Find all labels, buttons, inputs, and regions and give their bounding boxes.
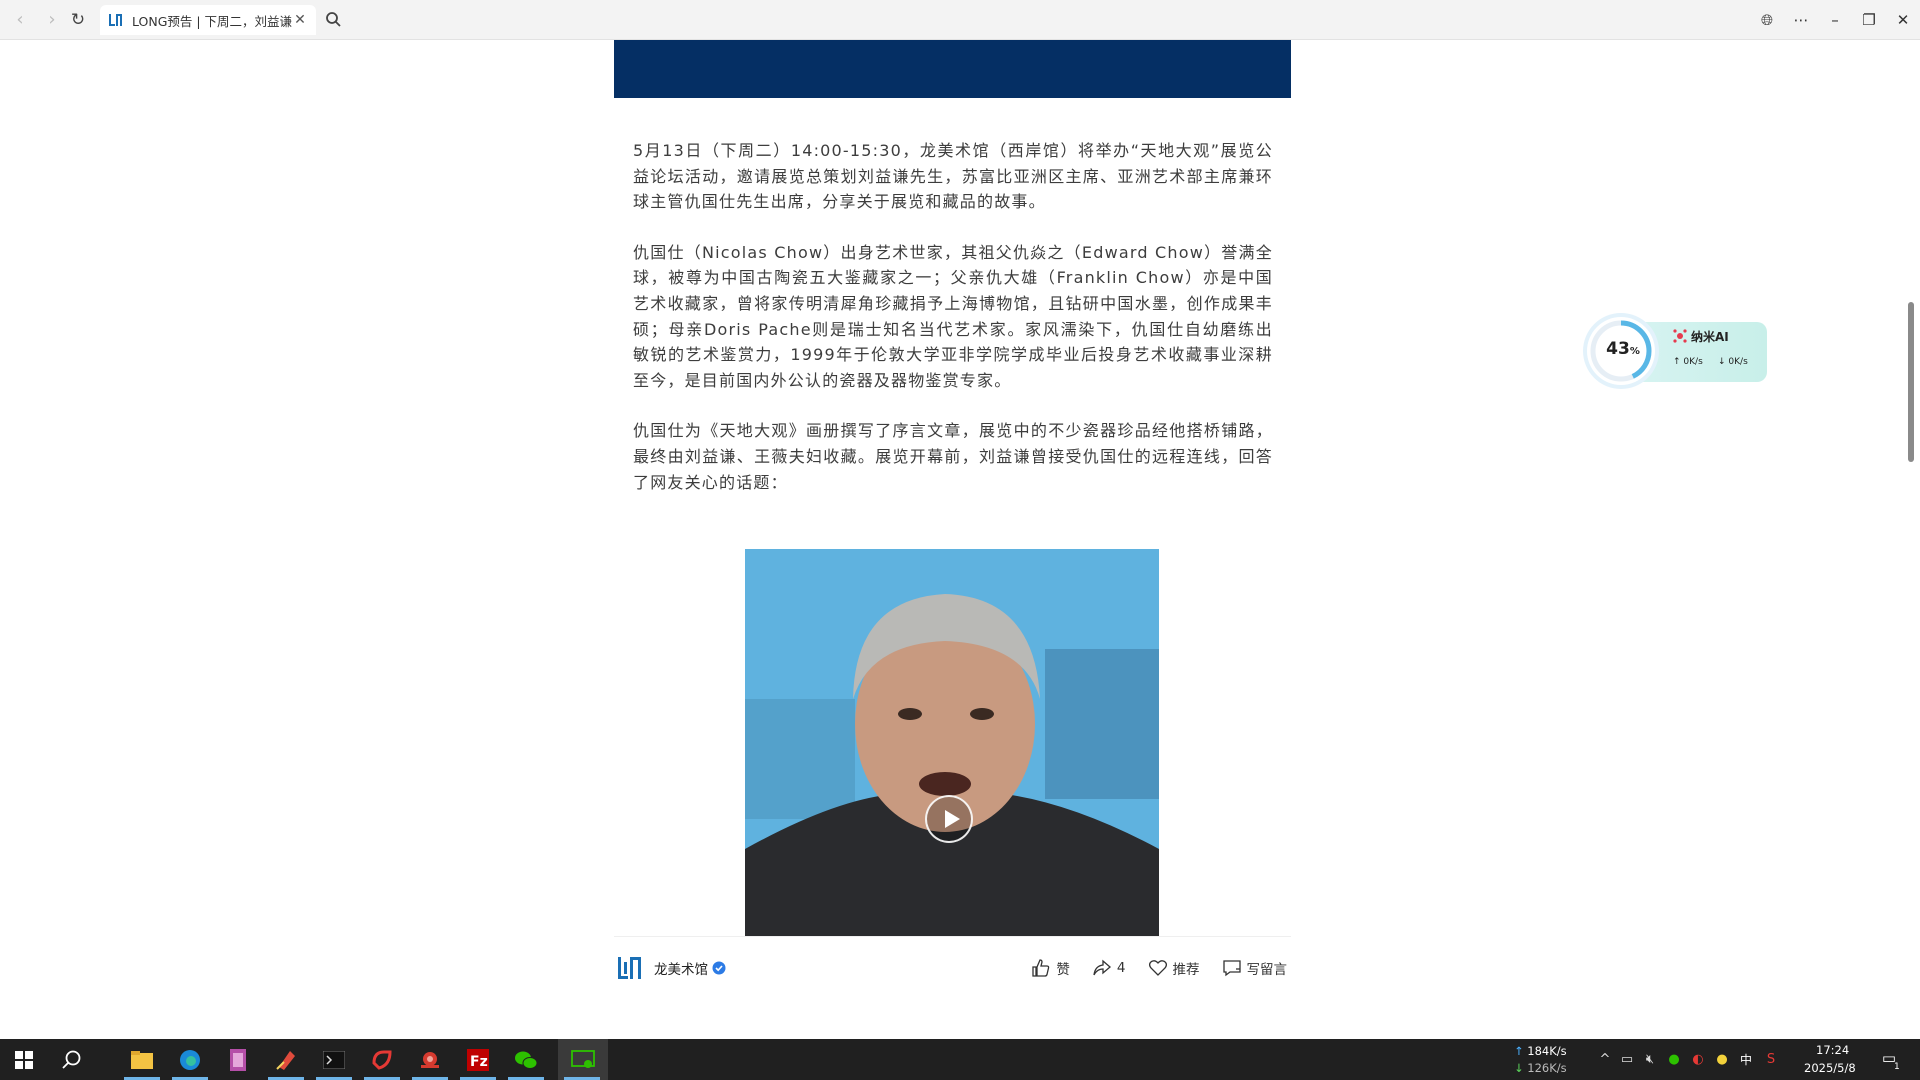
widget-title: 纳米AI (1691, 330, 1729, 344)
widget-upload-speed: ↑ 0K/s (1673, 357, 1703, 367)
paragraph-forum-announcement: 5月13日（下周二）14:00-15:30，龙美术馆（西岸馆）将举办“天地大观”… (633, 141, 1273, 212)
share-count: 4 (1116, 959, 1126, 976)
taskbar-terminal[interactable] (310, 1039, 358, 1080)
header-banner-image (614, 40, 1291, 98)
minimize-icon[interactable]: – (1818, 11, 1852, 29)
search-icon[interactable] (322, 8, 346, 32)
taskbar-app-purple[interactable] (214, 1039, 262, 1080)
account-info[interactable]: 龙美术馆 (616, 954, 726, 982)
video-player[interactable] (745, 549, 1159, 975)
taskbar-search-icon (62, 1050, 81, 1069)
net-upload-speed: ↑ 184K/s (1514, 1044, 1567, 1058)
wps-app-icon (372, 1050, 392, 1070)
reload-icon[interactable]: ↻ (66, 8, 90, 32)
taskbar-app-red[interactable] (358, 1039, 406, 1080)
comment-button[interactable]: 写留言 (1222, 958, 1288, 978)
recommend-button[interactable]: 推荐 (1148, 958, 1200, 978)
snail-app-icon (421, 1051, 439, 1068)
back-icon[interactable]: ‹ (8, 8, 32, 32)
start-button[interactable] (0, 1039, 48, 1080)
pdf-app-icon (276, 1050, 295, 1070)
play-icon[interactable] (925, 795, 973, 843)
net-download-speed: ↓ 126K/s (1514, 1061, 1567, 1075)
article-body: 5月13日（下周二）14:00-15:30，龙美术馆（西岸馆）将举办“天地大观”… (633, 138, 1273, 520)
clock-date[interactable]: 2025/5/8 (1804, 1061, 1856, 1075)
folder-icon (131, 1050, 153, 1069)
taskbar-search-button[interactable] (48, 1039, 96, 1080)
article-action-bar: 龙美术馆 赞 4 推荐 写留言 (614, 936, 1291, 998)
notification-count: 1 (1894, 1062, 1900, 1072)
nano-ai-logo-icon (1673, 329, 1687, 343)
browser-tab[interactable]: LONG预告 | 下周二，刘益谦 ✕ (100, 5, 316, 35)
forward-icon[interactable]: › (40, 8, 64, 32)
windows-taskbar: Fz ↑ 184K/s ↓ 126K/s ^ ▭ 🔇︎ ● ◐ ● 中 S 17… (0, 1039, 1920, 1080)
browser-toolbar: ‹ › ↻ LONG预告 | 下周二，刘益谦 ✕ 🌐︎ ⋯ – ❐ ✕ (0, 0, 1920, 40)
ime-language-indicator[interactable]: 中 (1737, 1051, 1755, 1069)
paragraph-nicolas-chow-bio: 仇国仕（Nicolas Chow）出身艺术世家，其祖父仇焱之（Edward Ch… (633, 242, 1273, 390)
archive-app-icon (230, 1048, 246, 1071)
action-buttons: 赞 4 推荐 写留言 (1009, 958, 1287, 978)
taskbar-file-explorer[interactable] (118, 1039, 166, 1080)
sogou-ime-icon[interactable]: S (1762, 1051, 1780, 1069)
taskbar-edge[interactable] (166, 1039, 214, 1080)
restore-icon[interactable]: ❐ (1852, 11, 1886, 29)
long-museum-favicon-icon (109, 14, 122, 26)
app-tray-icon[interactable]: ● (1713, 1051, 1731, 1069)
share-icon (1093, 959, 1111, 975)
widget-percent: 43% (1606, 339, 1640, 359)
taskbar-app-snail[interactable] (406, 1039, 454, 1080)
filezilla-icon: Fz (467, 1048, 489, 1071)
wps-tray-icon[interactable]: ◐ (1689, 1051, 1707, 1069)
clock-time[interactable]: 17:24 (1816, 1043, 1849, 1057)
nano-ai-speed-widget[interactable]: 43% 纳米AI ↑ 0K/s ↓ 0K/s (1587, 317, 1770, 385)
volume-muted-icon[interactable]: 🔇︎ (1641, 1051, 1659, 1069)
like-button[interactable]: 赞 (1031, 958, 1070, 978)
svg-text:Fz: Fz (470, 1054, 488, 1070)
like-label: 赞 (1056, 961, 1070, 978)
more-options-icon[interactable]: ⋯ (1784, 11, 1818, 29)
comment-label: 写留言 (1246, 961, 1288, 978)
wechat-browser-icon (571, 1049, 595, 1068)
scrollbar-thumb[interactable] (1908, 302, 1914, 462)
windows-logo-icon (15, 1050, 33, 1069)
close-window-icon[interactable]: ✕ (1886, 11, 1920, 29)
widget-download-speed: ↓ 0K/s (1718, 357, 1748, 367)
edge-browser-icon (180, 1049, 200, 1070)
taskbar-app-pdf[interactable] (262, 1039, 310, 1080)
account-name: 龙美术馆 (654, 961, 708, 978)
thumbs-up-icon (1032, 958, 1050, 977)
taskbar-wechat-browser[interactable] (558, 1039, 608, 1080)
heart-icon (1148, 959, 1167, 976)
share-button[interactable]: 4 (1092, 958, 1126, 978)
wechat-tray-icon[interactable]: ● (1665, 1051, 1683, 1069)
taskbar-wechat[interactable] (502, 1039, 550, 1080)
long-museum-logo-icon (618, 956, 641, 979)
tab-close-icon[interactable]: ✕ (292, 12, 308, 28)
network-icon[interactable]: ▭ (1618, 1051, 1636, 1069)
video-thumbnail (745, 549, 1159, 975)
paragraph-catalogue-preface: 仇国仕为《天地大观》画册撰写了序言文章，展览中的不少瓷器珍品经他搭桥铺路，最终由… (633, 421, 1273, 492)
wechat-icon (515, 1051, 538, 1069)
tab-title: LONG预告 | 下周二，刘益谦 (132, 13, 292, 29)
terminal-icon (323, 1050, 345, 1069)
verified-badge-icon (712, 961, 726, 974)
globe-icon[interactable]: 🌐︎ (1750, 11, 1784, 29)
recommend-label: 推荐 (1172, 961, 1200, 978)
article-page: 5月13日（下周二）14:00-15:30，龙美术馆（西岸馆）将举办“天地大观”… (0, 40, 1920, 1039)
tray-expand-icon[interactable]: ^ (1596, 1051, 1614, 1069)
comment-icon (1222, 959, 1241, 976)
taskbar-filezilla[interactable]: Fz (454, 1039, 502, 1080)
